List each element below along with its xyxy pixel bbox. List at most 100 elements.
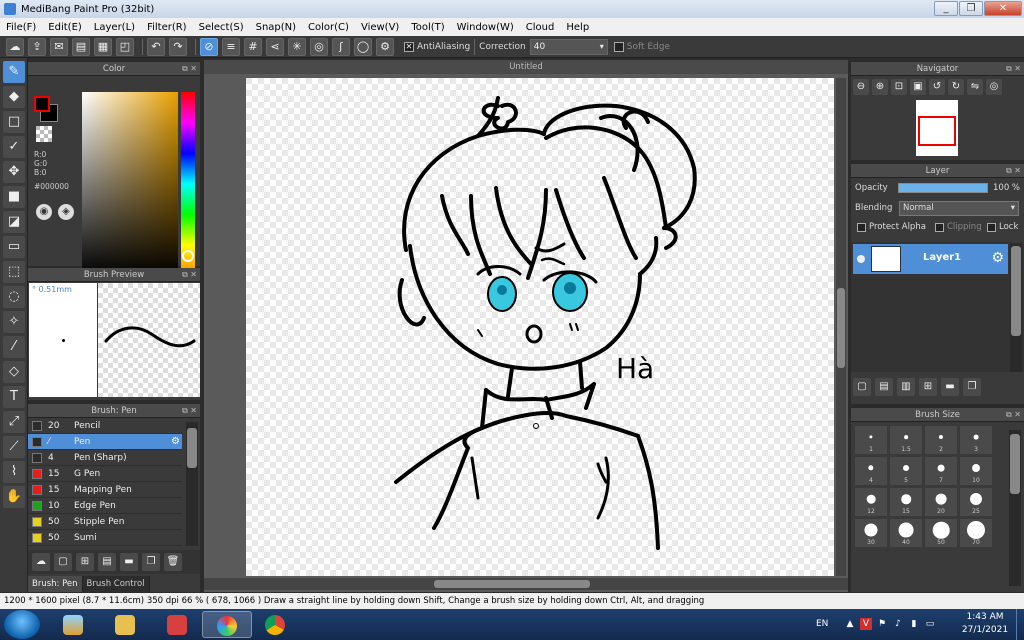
saturation-value-picker[interactable] xyxy=(82,92,178,276)
brush-size-option[interactable]: 1.5 xyxy=(890,426,922,454)
transparent-swatch[interactable] xyxy=(36,126,52,142)
shape-tool-icon[interactable]: □ xyxy=(3,111,25,133)
menu-color[interactable]: Color(C) xyxy=(302,22,355,33)
select-pen-tool-icon[interactable]: ⁄ xyxy=(3,336,25,358)
float-icon[interactable]: ⧉ ✕ xyxy=(182,268,197,282)
magic-wand-tool-icon[interactable]: ✧ xyxy=(3,311,25,333)
actual-size-icon[interactable]: ▣ xyxy=(910,79,926,95)
eyedropper-tool-icon[interactable]: ⌇ xyxy=(3,461,25,483)
float-icon[interactable]: ⧉ ✕ xyxy=(1006,62,1021,76)
menu-filter[interactable]: Filter(R) xyxy=(141,22,193,33)
new-halftone-layer-icon[interactable]: ▤ xyxy=(875,378,893,396)
navigator-thumbnail[interactable] xyxy=(916,100,958,156)
brush-size-option[interactable]: 70 xyxy=(960,519,992,547)
brush-tool-icon[interactable]: ✎ xyxy=(3,61,25,83)
scrollbar-thumb[interactable] xyxy=(1011,246,1021,336)
zoom-in-icon[interactable]: ⊕ xyxy=(872,79,888,95)
scrollbar-thumb[interactable] xyxy=(434,580,590,588)
brush-item[interactable]: 4 Pen (Sharp) xyxy=(28,450,182,466)
hue-slider-knob[interactable] xyxy=(182,250,194,262)
redo-icon[interactable]: ↷ xyxy=(169,37,187,56)
float-icon[interactable]: ⧉ ✕ xyxy=(1006,164,1021,178)
brush-size-option[interactable]: 4 xyxy=(855,457,887,485)
brush-size-option[interactable]: 1 xyxy=(855,426,887,454)
clipping-checkbox[interactable]: Clipping xyxy=(935,222,982,232)
language-indicator[interactable]: EN xyxy=(816,619,828,629)
brush-item[interactable]: 50 Stipple Pen xyxy=(28,514,182,530)
checkbox-box[interactable] xyxy=(987,222,996,232)
eraser-tool-icon[interactable]: ◆ xyxy=(3,86,25,108)
snap-circle-icon[interactable]: ◎ xyxy=(310,37,328,56)
brush-item[interactable]: 20 Pencil xyxy=(28,418,182,434)
tab-brush[interactable]: Brush: Pen xyxy=(28,576,83,592)
foreground-color-swatch[interactable] xyxy=(34,96,50,112)
network-icon[interactable]: ▮ xyxy=(908,618,920,630)
restore-button[interactable]: ❐ xyxy=(959,1,983,16)
operation-tool-icon[interactable]: ⤢ xyxy=(3,411,25,433)
menu-snap[interactable]: Snap(N) xyxy=(250,22,302,33)
lasso-tool-icon[interactable]: ◌ xyxy=(3,286,25,308)
opacity-slider[interactable] xyxy=(898,183,988,193)
battery-icon[interactable]: ▭ xyxy=(924,618,936,630)
scrollbar-thumb[interactable] xyxy=(1010,434,1020,494)
float-icon[interactable]: ⧉ ✕ xyxy=(1006,408,1021,422)
add-layer-menu-icon[interactable]: ⊞ xyxy=(919,378,937,396)
menu-edit[interactable]: Edit(E) xyxy=(42,22,88,33)
new-8bit-layer-icon[interactable]: ▥ xyxy=(897,378,915,396)
dot-tool-icon[interactable]: ✓ xyxy=(3,136,25,158)
duplicate-icon[interactable]: ❐ xyxy=(142,553,160,571)
cloud-brush-icon[interactable]: ☁ xyxy=(32,553,50,571)
antivirus-icon[interactable]: V xyxy=(860,618,872,630)
brush-item[interactable]: 15 Mapping Pen xyxy=(28,482,182,498)
softedge-checkbox[interactable] xyxy=(613,41,624,52)
menu-help[interactable]: Help xyxy=(560,22,595,33)
volume-icon[interactable]: ♪ xyxy=(892,618,904,630)
brush-size-option[interactable]: 3 xyxy=(960,426,992,454)
snap-ellipse-icon[interactable]: ◯ xyxy=(354,37,372,56)
start-button[interactable] xyxy=(4,610,40,639)
bucket-tool-icon[interactable]: ◪ xyxy=(3,211,25,233)
divide-tool-icon[interactable]: ⟋ xyxy=(3,436,25,458)
minimize-button[interactable]: _ xyxy=(934,1,958,16)
brush-size-option[interactable]: 10 xyxy=(960,457,992,485)
color-swap-icon[interactable]: ◈ xyxy=(58,204,74,220)
brush-item[interactable]: 50 Sumi xyxy=(28,530,182,546)
show-desktop-button[interactable] xyxy=(1016,609,1024,640)
snap-curve-icon[interactable]: ʃ xyxy=(332,37,350,56)
protect-alpha-checkbox[interactable]: Protect Alpha xyxy=(857,222,926,232)
tray-expand-icon[interactable]: ▲ xyxy=(844,618,856,630)
lock-checkbox[interactable]: Lock xyxy=(987,222,1018,232)
fit-icon[interactable]: ⊡ xyxy=(891,79,907,95)
taskbar-app-medibang[interactable] xyxy=(202,611,252,638)
brush-size-scrollbar[interactable] xyxy=(1009,430,1021,586)
new-layer-icon[interactable]: ▢ xyxy=(853,378,871,396)
menu-file[interactable]: File(F) xyxy=(0,22,42,33)
brush-size-option[interactable]: 12 xyxy=(855,488,887,516)
panel-icon[interactable]: ◰ xyxy=(116,37,134,56)
snap-radial-icon[interactable]: ⋖ xyxy=(266,37,284,56)
add-brush-icon[interactable]: ⊞ xyxy=(76,553,94,571)
select-eraser-tool-icon[interactable]: ◇ xyxy=(3,361,25,383)
taskbar-app-network[interactable] xyxy=(152,611,202,638)
navigator-viewport[interactable] xyxy=(918,116,956,146)
brush-size-option[interactable]: 50 xyxy=(925,519,957,547)
brush-size-option[interactable]: 30 xyxy=(855,519,887,547)
menu-view[interactable]: View(V) xyxy=(355,22,405,33)
visibility-icon[interactable] xyxy=(857,255,865,263)
checkbox-box[interactable] xyxy=(857,222,866,232)
menu-select[interactable]: Select(S) xyxy=(193,22,250,33)
fill-rect-tool-icon[interactable]: ■ xyxy=(3,186,25,208)
brush-item[interactable]: ⁄ Pen ⚙ xyxy=(28,434,182,450)
brush-item[interactable]: 15 G Pen xyxy=(28,466,182,482)
drawing-canvas[interactable]: Hà xyxy=(246,78,834,576)
snap-settings-icon[interactable]: ⚙ xyxy=(376,37,394,56)
undo-icon[interactable]: ↶ xyxy=(147,37,165,56)
layer-folder-icon[interactable]: ▬ xyxy=(941,378,959,396)
brush-settings-icon[interactable]: ▤ xyxy=(98,553,116,571)
snap-grid-icon[interactable]: # xyxy=(244,37,262,56)
menu-cloud[interactable]: Cloud xyxy=(520,22,561,33)
antialiasing-checkbox[interactable]: ✕ xyxy=(404,41,414,52)
menu-layer[interactable]: Layer(L) xyxy=(88,22,141,33)
cloud-icon[interactable]: ☁ xyxy=(6,37,24,56)
brush-size-option[interactable]: 5 xyxy=(890,457,922,485)
